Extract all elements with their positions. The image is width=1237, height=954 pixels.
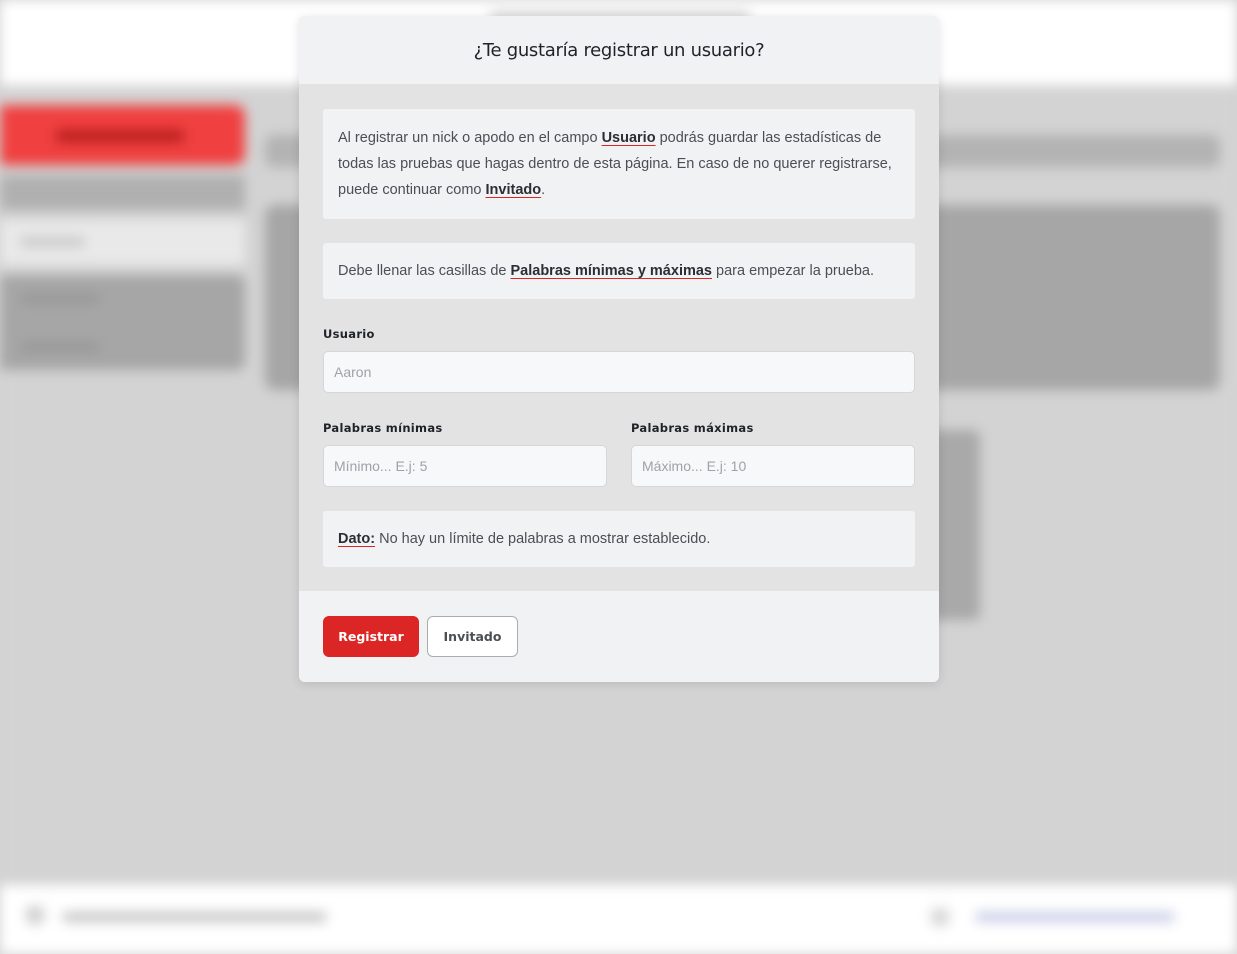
bg-sidebar-strip: [0, 175, 245, 210]
notice-text: Debe llenar las casillas de: [338, 263, 511, 279]
bg-footer-link: [975, 912, 1175, 922]
intro-invitado-highlight: Invitado: [485, 182, 542, 198]
bg-footer-icon: [25, 905, 45, 925]
modal-body: Al registrar un nick o apodo en el campo…: [299, 84, 939, 591]
intro-text: .: [541, 182, 546, 198]
bg-sidebar-search-text: [20, 238, 85, 246]
register-user-modal: ¿Te gustaría registrar un usuario? Al re…: [299, 16, 939, 682]
modal-title: ¿Te gustaría registrar un usuario?: [473, 39, 765, 61]
register-button[interactable]: Registrar: [323, 616, 419, 657]
notice-words-highlight: Palabras mínimas y máximas: [510, 263, 712, 279]
modal-header: ¿Te gustaría registrar un usuario?: [299, 16, 939, 84]
tip-text: No hay un límite de palabras a mostrar e…: [375, 531, 711, 547]
usuario-input[interactable]: [323, 351, 915, 393]
tip-prefix: Dato:: [338, 531, 376, 547]
max-words-label: Palabras máximas: [631, 421, 754, 435]
intro-info-box: Al registrar un nick o apodo en el campo…: [323, 109, 915, 219]
min-words-input[interactable]: [323, 445, 607, 487]
intro-usuario-highlight: Usuario: [601, 130, 656, 146]
notice-info-box: Debe llenar las casillas de Palabras mín…: [323, 243, 915, 299]
guest-button[interactable]: Invitado: [427, 616, 518, 657]
intro-text: Al registrar un nick o apodo en el campo: [338, 130, 602, 146]
notice-text: para empezar la prueba.: [712, 263, 875, 279]
bg-sidebar-brand-text: [55, 130, 185, 142]
bg-sidebar-menu-item: [20, 343, 100, 351]
max-words-input[interactable]: [631, 445, 915, 487]
modal-footer: Registrar Invitado: [299, 591, 939, 682]
bg-sidebar-menu: [0, 275, 245, 370]
bg-footer-icon: [930, 907, 950, 927]
min-words-label: Palabras mínimas: [323, 421, 443, 435]
bg-footer-text: [62, 912, 327, 922]
usuario-label: Usuario: [323, 327, 375, 341]
bg-sidebar-menu-item: [20, 295, 100, 303]
tip-info-box: Dato: No hay un límite de palabras a mos…: [323, 511, 915, 567]
